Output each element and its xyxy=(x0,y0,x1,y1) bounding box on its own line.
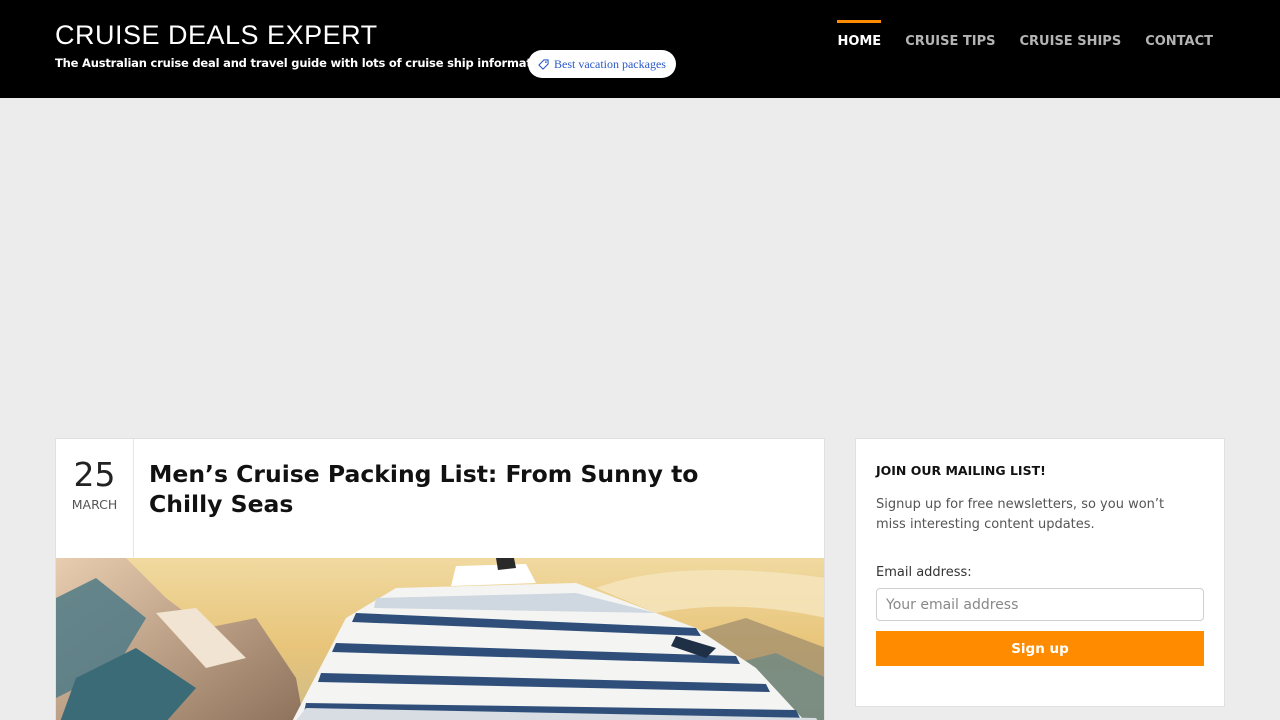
nav-item-cruise-ships[interactable]: CRUISE SHIPS xyxy=(1020,0,1122,98)
post-title[interactable]: Men’s Cruise Packing List: From Sunny to… xyxy=(149,459,729,519)
post-featured-image[interactable] xyxy=(56,558,824,720)
email-field[interactable] xyxy=(876,588,1204,621)
main-nav: HOME CRUISE TIPS CRUISE SHIPS CONTACT xyxy=(837,0,1213,98)
site-header: CRUISE DEALS EXPERT The Australian cruis… xyxy=(0,0,1280,98)
post-date: 25 MARCH xyxy=(56,439,134,558)
mailing-list-description: Signup up for free newsletters, so you w… xyxy=(876,497,1165,532)
vacation-packages-link[interactable]: Best vacation packages xyxy=(528,50,676,78)
mailing-list-widget: JOIN OUR MAILING LIST! Signup up for fre… xyxy=(855,438,1225,707)
nav-item-home[interactable]: HOME xyxy=(837,0,881,98)
post-card: 25 MARCH Men’s Cruise Packing List: From… xyxy=(55,438,825,720)
nav-item-contact[interactable]: CONTACT xyxy=(1145,0,1213,98)
site-tagline: The Australian cruise deal and travel gu… xyxy=(55,56,556,70)
vacation-packages-label: Best vacation packages xyxy=(554,56,666,71)
post-day: 25 xyxy=(73,455,116,494)
tag-icon xyxy=(538,58,549,70)
post-month: MARCH xyxy=(71,497,118,512)
mailing-list-title: JOIN OUR MAILING LIST! xyxy=(876,463,1046,478)
signup-button[interactable]: Sign up xyxy=(876,631,1204,666)
nav-item-cruise-tips[interactable]: CRUISE TIPS xyxy=(905,0,995,98)
site-title[interactable]: CRUISE DEALS EXPERT xyxy=(55,20,378,51)
email-label: Email address: xyxy=(876,565,972,580)
